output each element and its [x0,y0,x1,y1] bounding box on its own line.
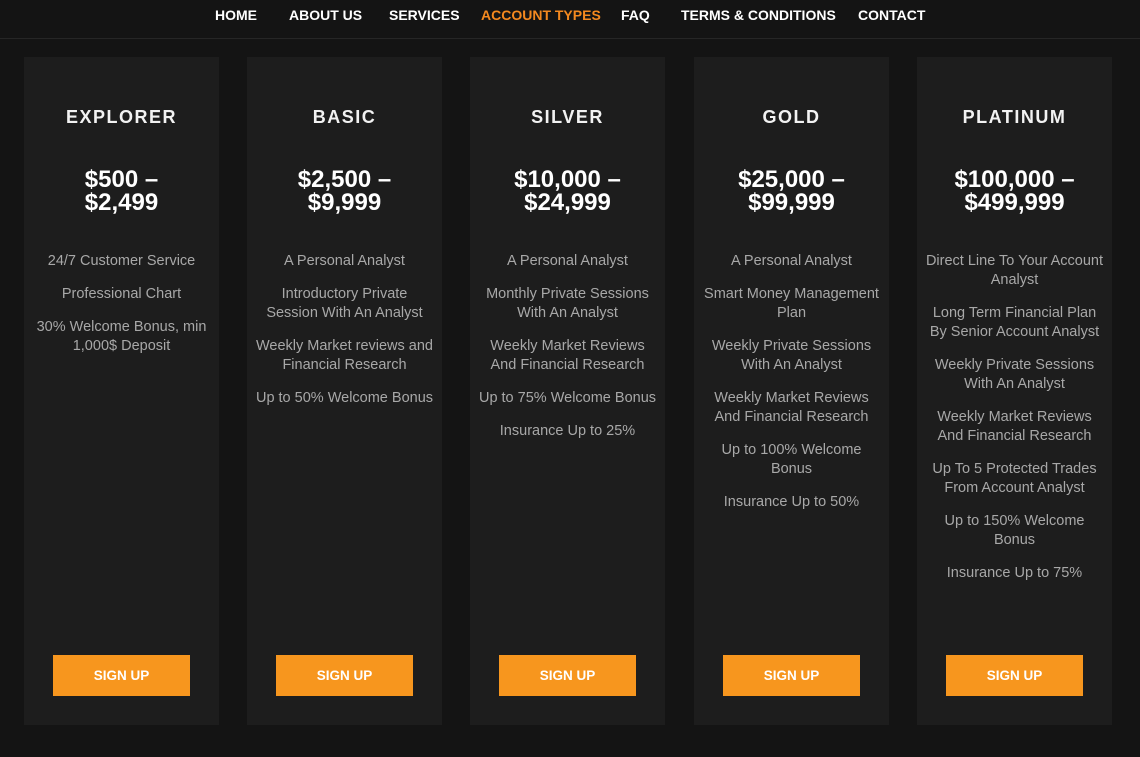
plan-feature: Long Term Financial Plan By Senior Accou… [929,305,1100,340]
plan-features: A Personal Analyst Monthly Private Sessi… [478,252,657,455]
plan-feature: A Personal Analyst [284,253,405,269]
plan-features: 24/7 Customer Service Professional Chart… [32,252,211,370]
plan-feature: Up to 100% Welcome Bonus [721,442,862,477]
top-navigation: HOME ABOUT US SERVICES ACCOUNT TYPES FAQ… [0,0,1140,39]
plan-feature: Weekly Market Reviews And Financial Rese… [714,390,869,425]
plan-feature: 30% Welcome Bonus, min 1,000$ Deposit [36,319,207,354]
plan-price-min: $100,000 – [954,166,1075,193]
plan-feature: Insurance Up to 50% [723,494,860,510]
plan-feature: Up to 150% Welcome Bonus [944,513,1085,548]
plan-feature: Insurance Up to 75% [946,565,1083,581]
plan-price: $2,500 – $9,999 [247,166,442,216]
plan-price-max: $2,499 [84,189,159,216]
plan-feature: Insurance Up to 25% [499,423,636,439]
plan-feature: Up to 50% Welcome Bonus [255,390,434,406]
plan-card-silver: SILVER $10,000 – $24,999 A Personal Anal… [470,57,665,725]
plan-price: $10,000 – $24,999 [470,166,665,216]
plan-feature: Monthly Private Sessions With An Analyst [486,286,649,321]
nav-account-types[interactable]: ACCOUNT TYPES [481,7,601,23]
plan-features: Direct Line To Your Account Analyst Long… [925,252,1104,597]
plan-price-max: $9,999 [307,189,382,216]
plan-features: A Personal Analyst Smart Money Managemen… [702,252,881,526]
plan-title: GOLD [762,107,821,127]
plan-feature: Up to 75% Welcome Bonus [478,390,657,406]
plan-price-min: $500 – [84,166,159,193]
signup-button-explorer[interactable]: SIGN UP [53,655,190,696]
plan-title: BASIC [312,107,377,127]
plan-price-min: $2,500 – [297,166,392,193]
signup-button-silver[interactable]: SIGN UP [499,655,636,696]
signup-button-platinum[interactable]: SIGN UP [946,655,1083,696]
plan-feature: Weekly Private Sessions With An Analyst [711,338,872,373]
nav-faq[interactable]: FAQ [621,7,650,23]
plan-feature: Up To 5 Protected Trades From Account An… [932,461,1097,496]
plan-feature: Weekly Market Reviews And Financial Rese… [937,409,1092,444]
nav-services[interactable]: SERVICES [389,7,460,23]
plan-title: SILVER [531,107,604,127]
plan-card-basic: BASIC $2,500 – $9,999 A Personal Analyst… [247,57,442,725]
plan-price-max: $499,999 [964,189,1065,216]
signup-button-gold[interactable]: SIGN UP [723,655,860,696]
signup-button-basic[interactable]: SIGN UP [276,655,413,696]
plan-feature: A Personal Analyst [507,253,628,269]
plan-features: A Personal Analyst Introductory Private … [255,252,434,422]
plan-feature: 24/7 Customer Service [47,253,196,269]
plan-feature: Weekly Private Sessions With An Analyst [934,357,1095,392]
plan-title: PLATINUM [962,107,1067,127]
plan-price-max: $24,999 [524,189,611,216]
plan-price: $500 – $2,499 [24,166,219,216]
plan-feature: Direct Line To Your Account Analyst [925,253,1104,288]
plan-price-min: $25,000 – [738,166,845,193]
plan-price-max: $99,999 [748,189,835,216]
plan-feature: A Personal Analyst [731,253,852,269]
plan-price: $100,000 – $499,999 [917,166,1112,216]
plan-feature: Weekly Market Reviews And Financial Rese… [490,338,645,373]
plan-feature: Professional Chart [61,286,182,302]
plan-feature: Introductory Private Session With An Ana… [266,286,423,321]
plan-price-min: $10,000 – [514,166,621,193]
nav-contact[interactable]: CONTACT [858,7,925,23]
plan-price: $25,000 – $99,999 [694,166,889,216]
plan-card-gold: GOLD $25,000 – $99,999 A Personal Analys… [694,57,889,725]
plan-card-explorer: EXPLORER $500 – $2,499 24/7 Customer Ser… [24,57,219,725]
plan-feature: Weekly Market reviews and Financial Rese… [255,338,434,373]
plan-card-platinum: PLATINUM $100,000 – $499,999 Direct Line… [917,57,1112,725]
plan-feature: Smart Money Management Plan [704,286,879,321]
nav-about-us[interactable]: ABOUT US [289,7,362,23]
nav-home[interactable]: HOME [215,7,257,23]
nav-terms-conditions[interactable]: TERMS & CONDITIONS [681,7,836,23]
plan-title: EXPLORER [65,107,178,127]
